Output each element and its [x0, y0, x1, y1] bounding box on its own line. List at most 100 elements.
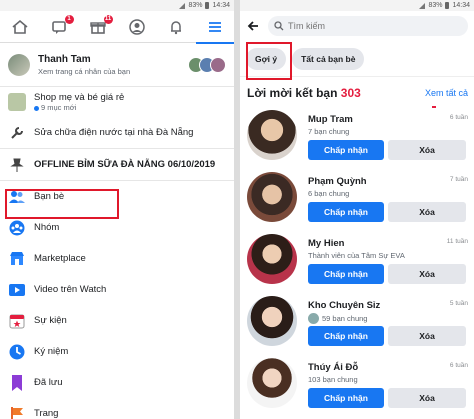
menu-item-5[interactable]: Ký niệm: [0, 336, 234, 367]
friend-request-row: Thúy Ái Đỗ 6 tuần 103 bạn chung Chấp nhận Xó…: [240, 358, 474, 419]
signal-icon: [179, 2, 186, 9]
shop-thumbnail-icon: [8, 93, 26, 111]
new-dot-icon: [34, 105, 39, 111]
profile-tab[interactable]: [124, 14, 150, 40]
right-screen: 83% 14:34 Gợi ý Tất cả bạn bè Lời mời kế…: [240, 0, 474, 419]
menu-item-label: Đã lưu: [34, 377, 63, 388]
accept-button[interactable]: Chấp nhận: [308, 140, 384, 160]
mutual-info: 103 bạn chung: [308, 375, 358, 384]
mutual-text: 59 bạn chung: [322, 314, 368, 323]
mutual-info: Thành viên của Tâm Sự EVA: [308, 251, 405, 260]
chip-all-friends[interactable]: Tất cả bạn bè: [292, 47, 365, 70]
notifications-tab[interactable]: 11: [85, 14, 113, 40]
avatar[interactable]: [247, 110, 297, 160]
friend-request-row: Mup Tram 6 tuần 7 bạn chung Chấp nhận Xóa: [240, 110, 474, 176]
requester-name[interactable]: My Hien: [308, 238, 344, 249]
accept-button[interactable]: Chấp nhận: [308, 388, 384, 408]
battery-icon: [445, 2, 450, 9]
menu-item-label: Trang: [34, 408, 59, 419]
delete-button[interactable]: Xóa: [388, 326, 466, 346]
shortcut-label: Sửa chữa điện nước tại nhà Đà Nẵng: [34, 127, 194, 138]
menu-item-4[interactable]: Sự kiện: [0, 305, 234, 336]
status-bar: 83% 14:34: [0, 0, 234, 11]
left-screen: 83% 14:34 1 11 Thanh Tam Xem trang cá nh…: [0, 0, 234, 419]
accept-button[interactable]: Chấp nhận: [308, 202, 384, 222]
profile-icon: [128, 18, 145, 35]
requester-name[interactable]: Kho Chuyên Sỉz: [308, 300, 380, 311]
marketplace-icon: [8, 250, 26, 268]
highlight-suggestions: [246, 42, 292, 80]
notifications-badge: 11: [103, 14, 113, 24]
mutual-avatar-icon: [308, 313, 319, 324]
delete-button[interactable]: Xóa: [388, 202, 466, 222]
mutual-info: 6 bạn chung: [308, 189, 349, 198]
calendar-icon: [8, 312, 26, 330]
menu-item-6[interactable]: Đã lưu: [0, 367, 234, 398]
menu-item-label: Ký niệm: [34, 346, 69, 357]
request-age: 6 tuần: [449, 362, 468, 369]
avatar[interactable]: [247, 172, 297, 222]
avatar[interactable]: [247, 296, 297, 346]
requests-header: Lời mời kết bạn 303 Xem tất cả: [240, 77, 474, 101]
friend-request-row: My Hien 11 tuần Thành viên của Tâm Sự EVA C…: [240, 234, 474, 300]
video-icon: [8, 281, 26, 299]
bookmark-icon: [8, 374, 26, 392]
status-bar: 83% 14:34: [240, 0, 474, 11]
battery-text: 83%: [188, 2, 203, 9]
shortcut-label: OFFLINE BỈM SỮA ĐÀ NẴNG 06/10/2019: [34, 159, 216, 170]
avatar: [8, 53, 30, 76]
unread-marker: [432, 106, 436, 108]
menu-item-2[interactable]: Marketplace: [0, 243, 234, 274]
mutual-text: Thành viên của Tâm Sự EVA: [308, 251, 405, 260]
search-box[interactable]: [268, 16, 468, 36]
accept-button[interactable]: Chấp nhận: [308, 326, 384, 346]
menu-item-3[interactable]: Video trên Watch: [0, 274, 234, 305]
requests-count: 303: [340, 86, 361, 100]
home-tab[interactable]: [7, 14, 33, 40]
menu-item-7[interactable]: Trang: [0, 398, 234, 419]
clock: 14:34: [452, 2, 470, 9]
friend-request-row: Phạm Quỳnh 7 tuần 6 bạn chung Chấp nhận Xóa: [240, 172, 474, 238]
profile-row[interactable]: Thanh Tam Xem trang cá nhân của bạn: [0, 43, 234, 87]
shortcut-repair[interactable]: Sửa chữa điện nước tại nhà Đà Nẵng: [0, 117, 234, 149]
delete-button[interactable]: Xóa: [388, 140, 466, 160]
clock: 14:34: [212, 2, 230, 9]
search-bar: [240, 11, 474, 41]
accept-button[interactable]: Chấp nhận: [308, 264, 384, 284]
home-icon: [11, 19, 28, 34]
requester-name[interactable]: Phạm Quỳnh: [308, 176, 367, 187]
bell-icon: [170, 20, 181, 34]
shortcut-offline[interactable]: OFFLINE BỈM SỮA ĐÀ NẴNG 06/10/2019: [0, 149, 234, 181]
wrench-icon: [8, 124, 26, 142]
delete-button[interactable]: Xóa: [388, 264, 466, 284]
request-age: 7 tuần: [449, 176, 468, 183]
shortcut-sub: 9 mục mới: [41, 103, 77, 112]
request-age: 6 tuần: [449, 114, 468, 121]
delete-button[interactable]: Xóa: [388, 388, 466, 408]
avatar: [210, 56, 226, 73]
requester-name[interactable]: Mup Tram: [308, 114, 353, 125]
battery-text: 83%: [428, 2, 443, 9]
account-avatars[interactable]: [188, 56, 226, 73]
messages-tab[interactable]: 1: [46, 14, 74, 40]
highlight-friends: [5, 189, 119, 219]
avatar[interactable]: [247, 234, 297, 284]
see-all-link[interactable]: Xem tất cả: [425, 88, 468, 98]
friend-request-row: Kho Chuyên Sỉz 5 tuần 59 bạn chung Chấp nhậ…: [240, 296, 474, 362]
shortcut-shop[interactable]: Shop mẹ và bé giá rẻ 9 mục mới: [0, 87, 234, 117]
mutual-text: 6 bạn chung: [308, 189, 350, 198]
messages-badge: 1: [64, 14, 74, 24]
signal-icon: [419, 2, 426, 9]
menu-tab[interactable]: [195, 14, 234, 44]
menu-item-label: Marketplace: [34, 253, 86, 264]
requester-name[interactable]: Thúy Ái Đỗ: [308, 362, 358, 373]
groups-icon: [8, 219, 26, 237]
search-input[interactable]: [288, 21, 438, 31]
avatar[interactable]: [247, 358, 297, 408]
memories-icon: [8, 343, 26, 361]
mutual-info: 59 bạn chung: [308, 313, 367, 324]
bell-tab[interactable]: [163, 14, 189, 40]
request-age: 5 tuần: [449, 300, 468, 307]
menu-item-label: Nhóm: [34, 222, 60, 233]
back-arrow-icon[interactable]: [246, 19, 260, 33]
